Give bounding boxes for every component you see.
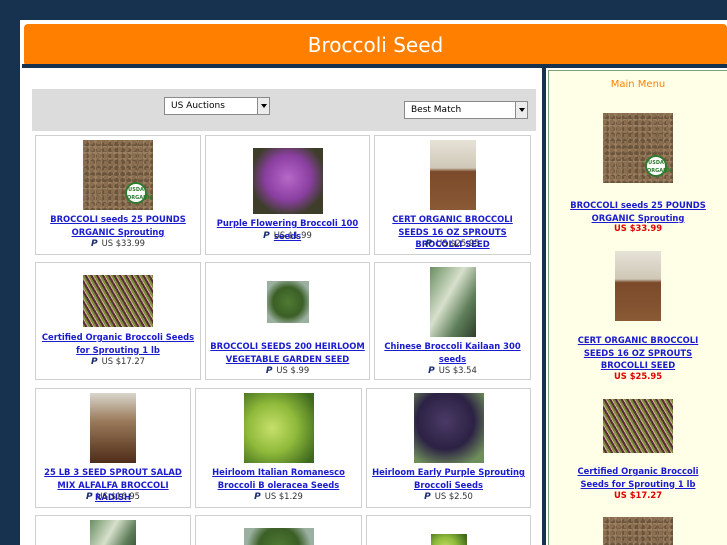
listing-image[interactable] (429, 140, 476, 210)
listing-card (35, 515, 191, 545)
listing-price: P US $2.50 (424, 491, 473, 502)
listing-image[interactable] (243, 528, 314, 545)
sidebar-heading: Main Menu (610, 79, 666, 90)
listing-price: P US $3.54 (428, 365, 477, 376)
chevron-down-icon (515, 102, 527, 118)
paypal-icon: P (428, 366, 435, 376)
listing-card: BROCCOLI SEEDS 200 HEIRLOOM VEGETABLE GA… (205, 262, 370, 380)
paypal-icon: P (263, 231, 270, 241)
sidebar-item-price: US $17.27 (613, 490, 663, 500)
sidebar-item-title-link[interactable]: CERT ORGANIC BROCCOLI SEEDS 16 OZ SPROUT… (563, 334, 713, 372)
listing-image[interactable] (429, 267, 476, 337)
auction-filter-value: US Auctions (171, 101, 225, 111)
sidebar-item-image[interactable] (615, 251, 661, 321)
sort-order-value: Best Match (411, 105, 462, 115)
listing-image[interactable] (413, 393, 484, 463)
listing-card: Heirloom Italian Romanesco Broccoli B ol… (195, 388, 362, 508)
listing-price: P US $16.95 (85, 491, 141, 502)
listing-card (195, 515, 362, 545)
paypal-icon: P (85, 492, 93, 502)
sidebar-item-image[interactable]: USDA ORGANIC (603, 113, 673, 183)
usda-organic-seal: USDA ORGANIC (645, 155, 673, 177)
listing-image[interactable] (266, 281, 309, 323)
listing-price: P US $1.29 (254, 491, 303, 502)
paypal-icon: P (425, 239, 433, 249)
listing-image[interactable] (430, 534, 467, 545)
sidebar-item-title-link[interactable]: Certified Organic Broccoli Seeds for Spr… (563, 465, 713, 490)
auction-filter-select[interactable]: US Auctions (164, 97, 270, 115)
paypal-icon: P (90, 357, 98, 367)
listing-image[interactable] (90, 393, 136, 463)
listing-card: USDA ORGANIC BROCCOLI seeds 25 POUNDS ORG… (35, 135, 201, 255)
listing-price: P US $25.95 (425, 238, 480, 249)
sort-order-select[interactable]: Best Match (404, 101, 528, 119)
listing-card (366, 515, 531, 545)
chevron-down-icon (257, 98, 269, 114)
sidebar-item-price: US $25.95 (613, 371, 663, 381)
paypal-icon: P (424, 492, 431, 502)
listing-title-link[interactable]: Heirloom Italian Romanesco Broccoli B ol… (200, 466, 357, 491)
listing-image[interactable] (243, 393, 314, 463)
listing-image[interactable] (83, 275, 153, 327)
sidebar: Main Menu USDA ORGANIC BROCCOLI seeds 25 … (548, 70, 727, 545)
sidebar-item-image[interactable] (603, 517, 673, 545)
listing-card: Heirloom Early Purple Sprouting Broccoli… (366, 388, 531, 508)
listing-image[interactable] (252, 148, 323, 214)
listing-title-link[interactable]: Certified Organic Broccoli Seeds for Spr… (40, 331, 196, 356)
paypal-icon: P (90, 239, 98, 249)
sidebar-item-title-link[interactable]: BROCCOLI seeds 25 POUNDS ORGANIC Sprouti… (563, 199, 713, 224)
listing-card: Purple Flowering Broccoli 100 seeds P US … (205, 135, 370, 255)
column-divider (542, 66, 546, 545)
listing-card: CERT ORGANIC BROCCOLI SEEDS 16 OZ SPROUT… (374, 135, 531, 255)
listing-price: P US $1.99 (263, 230, 312, 241)
sidebar-item-price: US $33.99 (613, 223, 663, 233)
listing-price: P US $17.27 (90, 356, 146, 367)
listing-title-link[interactable]: Chinese Broccoli Kailaan 300 seeds (379, 340, 526, 365)
listing-title-link[interactable]: BROCCOLI SEEDS 200 HEIRLOOM VEGETABLE GA… (210, 340, 365, 365)
header-divider (22, 64, 727, 68)
listing-title-link[interactable]: Heirloom Early Purple Sprouting Broccoli… (371, 466, 526, 491)
listing-image[interactable] (90, 520, 136, 545)
listing-price: P US $.99 (265, 365, 310, 376)
sidebar-item-image[interactable] (603, 399, 673, 453)
paypal-icon: P (254, 492, 261, 502)
paypal-icon: P (265, 366, 273, 376)
listing-image[interactable]: USDA ORGANIC (83, 140, 153, 210)
listing-title-link[interactable]: BROCCOLI seeds 25 POUNDS ORGANIC Sprouti… (40, 213, 196, 238)
usda-organic-seal: USDA ORGANIC (125, 182, 153, 204)
listing-price: P US $33.99 (90, 238, 146, 249)
listing-card: 25 LB 3 SEED SPROUT SALAD MIX ALFALFA BR… (35, 388, 191, 508)
listing-card: Chinese Broccoli Kailaan 300 seeds P US $… (374, 262, 531, 380)
page-title: Broccoli Seed (24, 24, 727, 66)
listing-card: Certified Organic Broccoli Seeds for Spr… (35, 262, 201, 380)
